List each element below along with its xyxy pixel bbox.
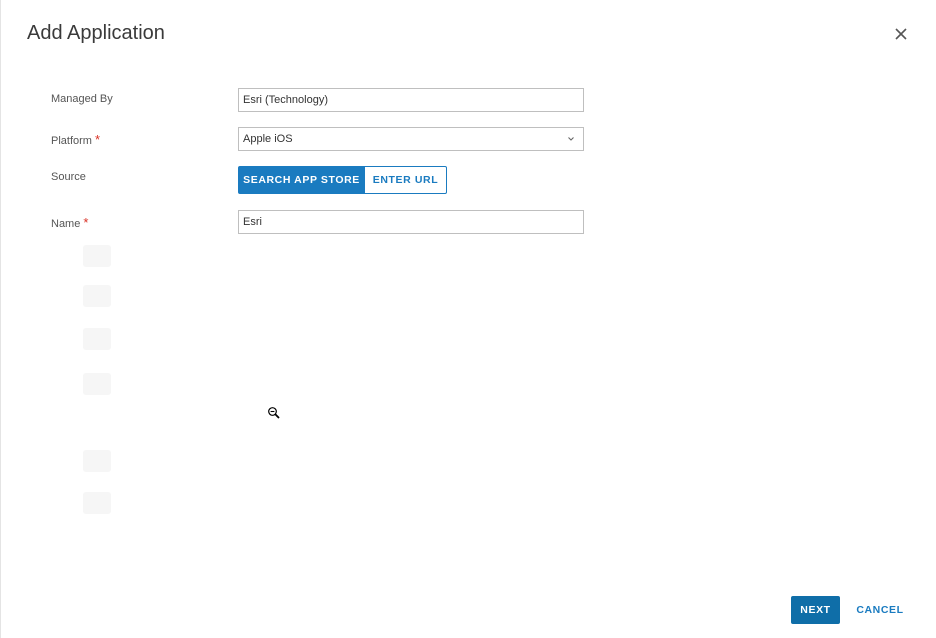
background-artifact: [83, 492, 111, 514]
source-row: Source SEARCH APP STORE ENTER URL: [51, 166, 611, 194]
search-app-store-button[interactable]: SEARCH APP STORE: [238, 166, 365, 194]
required-marker: *: [83, 215, 89, 230]
name-label: Name *: [51, 215, 88, 230]
dialog-title: Add Application: [27, 22, 165, 44]
managed-by-label: Managed By: [51, 93, 113, 105]
managed-by-row: Managed By: [51, 88, 611, 114]
background-artifact: [83, 245, 111, 267]
managed-by-field[interactable]: [238, 88, 584, 112]
chevron-down-icon: [568, 137, 574, 141]
platform-row: Platform * Apple iOS: [51, 127, 611, 153]
close-icon: [895, 28, 907, 40]
source-label: Source: [51, 171, 86, 183]
platform-selected-value: Apple iOS: [243, 133, 293, 145]
background-artifact: [83, 285, 111, 307]
zoom-out-cursor-icon: [268, 407, 280, 419]
platform-label-text: Platform: [51, 135, 92, 147]
close-button[interactable]: [891, 24, 911, 44]
enter-url-button[interactable]: ENTER URL: [365, 166, 447, 194]
add-application-dialog: Add Application Managed By Platform* App…: [0, 0, 936, 638]
required-marker: *: [94, 132, 101, 147]
platform-select[interactable]: Apple iOS: [238, 127, 584, 151]
next-button[interactable]: NEXT: [791, 596, 840, 624]
background-artifact: [83, 328, 111, 350]
platform-label: Platform *: [51, 132, 100, 147]
background-artifact: [83, 450, 111, 472]
name-row: Name *: [51, 210, 611, 236]
source-toggle: SEARCH APP STORE ENTER URL: [238, 166, 447, 194]
name-label-text: Name: [51, 218, 81, 230]
name-field[interactable]: [238, 210, 584, 234]
cancel-button[interactable]: CANCEL: [853, 596, 907, 624]
background-artifact: [83, 373, 111, 395]
